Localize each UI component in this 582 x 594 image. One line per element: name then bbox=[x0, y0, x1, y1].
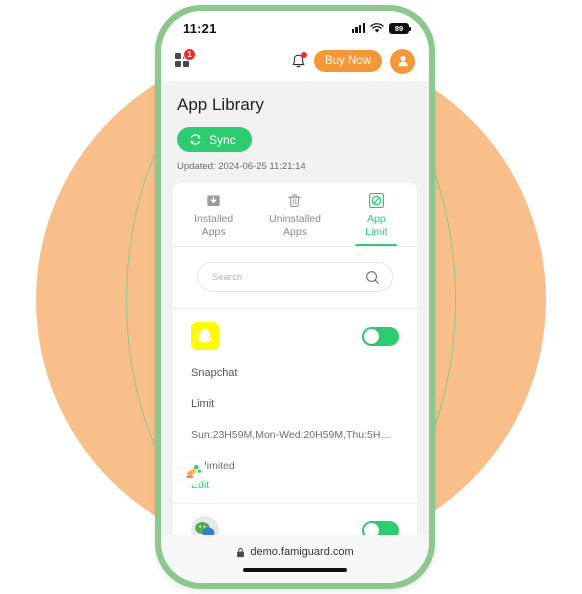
last-updated-text: Updated: 2024-06-25 11:21:14 bbox=[177, 161, 306, 172]
status-bar: 11:21 89 bbox=[161, 11, 429, 41]
battery-level: 89 bbox=[394, 23, 404, 33]
tab-bar: Installed Apps Uninstalled Apps App Limi… bbox=[173, 183, 417, 248]
app-limit-row: Snapchat Limit Sun:23H59M,Mon-Wed:20H59M… bbox=[173, 309, 417, 505]
url-text: demo.famiguard.com bbox=[250, 546, 354, 558]
cellular-signal-icon bbox=[351, 23, 365, 33]
app-limit-toggle[interactable] bbox=[362, 326, 399, 346]
app-library-card: Installed Apps Uninstalled Apps App Limi… bbox=[173, 183, 417, 575]
refresh-icon bbox=[190, 134, 201, 145]
tab-app-limit-label: App Limit bbox=[365, 213, 388, 239]
app-name: Snapchat bbox=[191, 367, 238, 380]
limit-schedule-value: Sun:23H59M,Mon-Wed:20H59M,Thu:5H… bbox=[191, 429, 391, 442]
tab-installed-apps-label: Installed Apps bbox=[194, 213, 234, 239]
phone-mockup-frame: 11:21 89 1 Buy Now App Library Sync Upda… bbox=[155, 5, 435, 589]
search-icon[interactable] bbox=[365, 270, 380, 285]
buy-now-button[interactable]: Buy Now bbox=[313, 50, 382, 72]
browser-url-bar: demo.famiguard.com bbox=[161, 535, 429, 583]
trash-icon bbox=[287, 192, 302, 209]
home-indicator bbox=[243, 568, 347, 572]
installed-box-icon bbox=[206, 192, 221, 209]
search-box[interactable] bbox=[197, 262, 393, 293]
search-section bbox=[173, 247, 417, 310]
snapchat-ghost-icon bbox=[191, 322, 219, 351]
tab-installed-apps[interactable]: Installed Apps bbox=[173, 183, 254, 246]
usage-value: Unlimited bbox=[191, 460, 235, 473]
app-header-bar: 1 Buy Now bbox=[161, 41, 429, 81]
block-circle-icon bbox=[368, 192, 384, 209]
lock-icon bbox=[237, 547, 245, 557]
phone-screen: 11:21 89 1 Buy Now App Library Sync Upda… bbox=[161, 11, 429, 583]
sync-button-label: Sync bbox=[209, 132, 236, 147]
notification-dot bbox=[300, 51, 307, 58]
page-title: App Library bbox=[177, 95, 264, 114]
search-input[interactable] bbox=[212, 271, 359, 283]
status-time: 11:21 bbox=[183, 20, 217, 36]
status-indicators: 89 bbox=[351, 22, 411, 34]
user-avatar-icon[interactable] bbox=[390, 48, 415, 74]
wifi-icon bbox=[370, 22, 384, 33]
screenshot-stage: 11:21 89 1 Buy Now App Library Sync Upda… bbox=[0, 0, 582, 594]
app-grid-icon[interactable]: 1 bbox=[175, 48, 196, 69]
tab-uninstalled-apps-label: Uninstalled Apps bbox=[269, 213, 321, 239]
toggle-knob bbox=[364, 328, 379, 344]
page-content: App Library Sync Updated: 2024-06-25 11:… bbox=[161, 81, 429, 583]
menu-badge-count: 1 bbox=[183, 48, 196, 61]
url-row[interactable]: demo.famiguard.com bbox=[236, 546, 354, 558]
app-row-header bbox=[191, 322, 399, 351]
tab-uninstalled-apps[interactable]: Uninstalled Apps bbox=[254, 183, 335, 246]
sync-button[interactable]: Sync bbox=[177, 127, 252, 152]
limit-label: Limit bbox=[191, 398, 215, 411]
app-header-actions: Buy Now bbox=[291, 48, 415, 74]
battery-icon: 89 bbox=[389, 22, 411, 34]
notification-bell-icon[interactable] bbox=[291, 51, 307, 70]
tab-app-limit[interactable]: App Limit bbox=[336, 183, 417, 246]
